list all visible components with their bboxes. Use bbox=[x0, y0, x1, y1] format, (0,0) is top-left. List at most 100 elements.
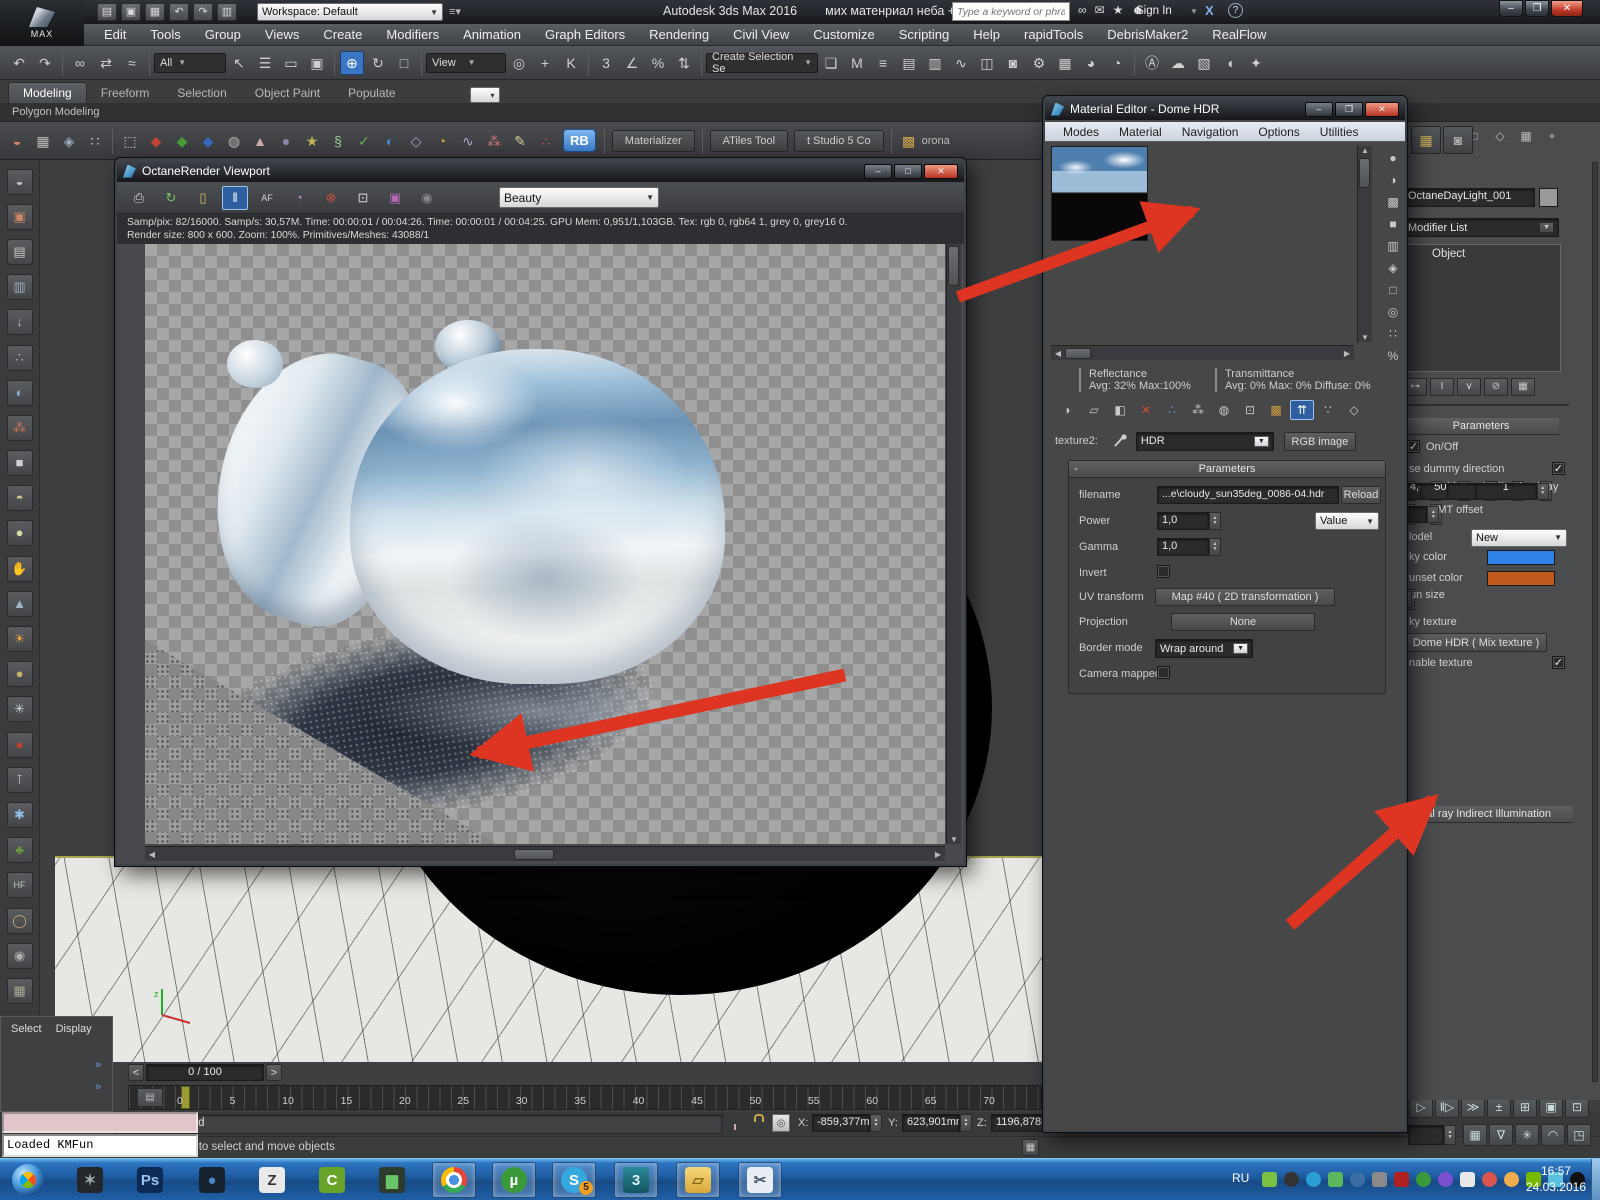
next-frame-button[interactable]: > bbox=[266, 1064, 282, 1081]
blob-tool-icon[interactable]: ◓ bbox=[6, 485, 33, 512]
color-swatch[interactable] bbox=[1487, 550, 1555, 565]
x-coordinate-field[interactable]: -859,377m bbox=[812, 1114, 870, 1132]
sample-ui-percent-icon[interactable]: % bbox=[1381, 346, 1405, 366]
schematic-view-icon[interactable]: ◫ bbox=[975, 51, 999, 75]
plant-tool-icon[interactable]: ♣ bbox=[6, 837, 33, 864]
select-by-material-icon[interactable]: ◎ bbox=[1381, 302, 1405, 322]
select-and-link-icon[interactable]: ∞ bbox=[68, 51, 92, 75]
y-spinner[interactable]: ▲ ▼ bbox=[960, 1114, 972, 1132]
octane-horizontal-scrollbar[interactable]: ◀ ▶ bbox=[145, 846, 945, 861]
marquee-icon[interactable]: ⬚ bbox=[118, 129, 142, 153]
border-mode-dropdown[interactable]: Wrap around ▼ bbox=[1155, 639, 1253, 658]
spinner-snap-icon[interactable]: ⇅ bbox=[672, 51, 696, 75]
select-scale-icon[interactable]: □ bbox=[392, 51, 416, 75]
menu-item[interactable]: Animation bbox=[451, 24, 533, 45]
power-field[interactable]: 1,0 bbox=[1157, 512, 1209, 530]
open-explorer-icon[interactable]: ▧ bbox=[1192, 51, 1216, 75]
max-logo[interactable]: MAX bbox=[0, 0, 84, 46]
maxscript-mini-listener[interactable] bbox=[2, 1112, 198, 1133]
lock-view-icon[interactable]: ▯ bbox=[190, 186, 216, 210]
checkbox[interactable]: ✓ bbox=[1552, 655, 1565, 669]
me-menu-item[interactable]: Options bbox=[1248, 125, 1309, 139]
power-spinner[interactable]: ▲ ▼ bbox=[1209, 512, 1221, 530]
sample-type-icon[interactable]: ● bbox=[1381, 148, 1405, 168]
sample-tiling-icon[interactable]: ■ bbox=[1381, 214, 1405, 234]
sphere2-tool-icon[interactable]: ◉ bbox=[6, 942, 33, 969]
tray-antivirus-icon[interactable] bbox=[1327, 1172, 1343, 1187]
select-move-icon[interactable]: ⊕ bbox=[340, 50, 364, 75]
taskbar-photoshop[interactable]: Ps bbox=[128, 1162, 172, 1198]
percent-snap-icon[interactable]: % bbox=[646, 51, 670, 75]
show-desktop-button[interactable] bbox=[1591, 1159, 1600, 1200]
menu-item[interactable]: Rendering bbox=[637, 24, 721, 45]
checker-plugin-icon[interactable]: ▩ bbox=[897, 129, 921, 153]
backlight-icon[interactable]: ◑ bbox=[1381, 170, 1405, 190]
options-icon[interactable]: □ bbox=[1381, 280, 1405, 300]
select-rotate-icon[interactable]: ↻ bbox=[366, 51, 390, 75]
scroll-left-icon[interactable]: ◀ bbox=[145, 850, 159, 859]
minimize-window-button[interactable]: – bbox=[1499, 0, 1523, 17]
sphere-tool-icon[interactable]: ● bbox=[6, 661, 33, 688]
octane-close-button[interactable]: ✕ bbox=[924, 163, 958, 179]
material-id-icon[interactable]: ◍ bbox=[1212, 400, 1236, 420]
taskbar-utorrent[interactable]: µ bbox=[492, 1162, 536, 1198]
menu-item[interactable]: Tools bbox=[138, 24, 192, 45]
blue-diamond-icon[interactable]: ◆ bbox=[196, 129, 220, 153]
parameters-rollout-header[interactable]: Parameters bbox=[1403, 418, 1559, 435]
red-diamond-icon[interactable]: ◆ bbox=[144, 129, 168, 153]
layers-tool-icon[interactable]: ▥ bbox=[6, 274, 33, 301]
tray-globe-icon[interactable] bbox=[1349, 1172, 1365, 1187]
hdr-parameters-header[interactable]: - Parameters bbox=[1069, 461, 1385, 478]
expand-chevron-icon[interactable]: » bbox=[95, 1059, 101, 1071]
background-checker-icon[interactable]: ▩ bbox=[1381, 192, 1405, 212]
menu-item[interactable]: DebrisMaker2 bbox=[1095, 24, 1200, 45]
selection-filter-dropdown[interactable]: All ▼ bbox=[154, 52, 226, 73]
edit-named-sets-icon[interactable]: ❏ bbox=[819, 51, 843, 75]
menu-item[interactable]: Create bbox=[311, 24, 374, 45]
restart-render-icon[interactable]: ↻ bbox=[158, 186, 184, 210]
hand-tool-icon[interactable]: ✋ bbox=[6, 555, 33, 582]
diamond2-icon[interactable]: ◇ bbox=[404, 129, 428, 153]
gear-tool-icon[interactable]: ✱ bbox=[6, 801, 33, 828]
me-close-button[interactable]: ✕ bbox=[1365, 101, 1399, 117]
spinner[interactable]: ▲▼ bbox=[1536, 482, 1549, 500]
grid-setting-icon[interactable]: ▦ bbox=[1022, 1139, 1039, 1156]
remove-modifier-icon[interactable]: ⊘ bbox=[1484, 378, 1508, 396]
snow-tool-icon[interactable]: ✳ bbox=[6, 696, 33, 723]
menu-item[interactable]: rapidTools bbox=[1012, 24, 1095, 45]
object-color-swatch[interactable] bbox=[1539, 188, 1558, 207]
menu-item[interactable]: Help bbox=[961, 24, 1012, 45]
current-frame-field[interactable] bbox=[1408, 1125, 1444, 1145]
mirror-icon[interactable]: M bbox=[845, 51, 869, 75]
check-tool-icon[interactable]: ✓ bbox=[352, 129, 376, 153]
stack-item-object[interactable]: Object bbox=[1404, 245, 1560, 260]
magnet-tool-icon[interactable]: ◔ bbox=[430, 129, 454, 153]
pipette-tool-icon[interactable]: ↓ bbox=[6, 309, 33, 336]
menu-item[interactable]: Views bbox=[253, 24, 311, 45]
scroll-right-icon[interactable]: ▶ bbox=[931, 850, 945, 859]
taskbar-camtasia[interactable]: C bbox=[310, 1162, 354, 1198]
orbit-icon[interactable]: ◠ bbox=[1541, 1124, 1565, 1146]
layer-manager-icon[interactable]: ▤ bbox=[897, 51, 921, 75]
new-file-icon[interactable]: ▤ bbox=[97, 3, 117, 21]
language-indicator[interactable]: RU bbox=[1232, 1171, 1249, 1185]
configure-modifier-icon[interactable]: ▦ bbox=[1511, 378, 1535, 396]
cone-primitive-icon[interactable]: ▲ bbox=[248, 129, 272, 153]
delete-material-icon[interactable]: ✕ bbox=[1134, 400, 1158, 420]
export-image-icon[interactable]: ⎙ bbox=[126, 186, 152, 210]
hf-tool-icon[interactable]: HF bbox=[6, 872, 33, 899]
favorites-star-icon[interactable]: ★ bbox=[1113, 3, 1124, 17]
scroll-right-icon[interactable]: ▶ bbox=[1340, 349, 1354, 358]
render-teapot-icon[interactable]: ◖ bbox=[1218, 51, 1242, 75]
x-spinner[interactable]: ▲ ▼ bbox=[870, 1114, 882, 1132]
tray-arrow-icon[interactable] bbox=[1459, 1172, 1475, 1187]
tray-sync-icon[interactable] bbox=[1481, 1172, 1497, 1187]
go-to-parent-icon[interactable]: ⇈ bbox=[1290, 400, 1314, 420]
red-panel-icon[interactable]: ▣ bbox=[6, 203, 33, 230]
rgb-image-button[interactable]: RGB image bbox=[1283, 431, 1356, 451]
search-communicate-icon[interactable]: ∞ bbox=[1078, 3, 1087, 17]
gamma-spinner[interactable]: ▲ ▼ bbox=[1209, 538, 1221, 556]
material-slot-sky-black[interactable] bbox=[1051, 146, 1148, 241]
cyl-primitive-icon[interactable]: ◍ bbox=[222, 129, 246, 153]
material-editor-icon[interactable]: ◙ bbox=[1001, 51, 1025, 75]
